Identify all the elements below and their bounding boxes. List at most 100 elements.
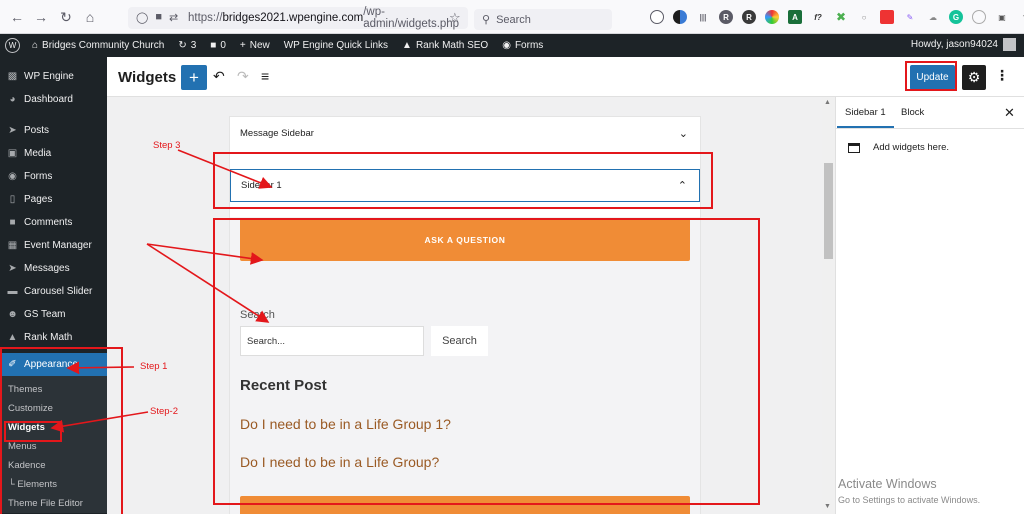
tab-block[interactable]: Block <box>901 107 924 118</box>
library-icon[interactable]: ||| <box>696 10 710 24</box>
cloud-icon[interactable]: ☁ <box>926 10 940 24</box>
function-icon[interactable]: f? <box>811 10 825 24</box>
home-icon[interactable]: ⌂ <box>81 8 99 26</box>
sidebar-item-pages[interactable]: ▯ Pages <box>0 188 107 211</box>
url-bar[interactable]: https://bridges2021.wpengine.com/wp-admi… <box>128 6 468 30</box>
updates-icon: ↻ <box>178 40 187 51</box>
site-name-link[interactable]: ⌂ Bridges Community Church <box>32 40 164 51</box>
rankmath-icon: ▲ <box>7 332 18 343</box>
back-icon[interactable]: ← <box>8 8 26 26</box>
scroll-down-icon[interactable]: ▼ <box>824 503 831 510</box>
settings-gear-icon[interactable]: ⚙ <box>962 65 986 90</box>
sidebar-item-dashboard[interactable]: ◕ Dashboard <box>0 88 107 111</box>
account-menu[interactable]: Howdy, jason94024 <box>911 38 1016 51</box>
annotation-box-content <box>213 218 760 505</box>
cross-icon[interactable]: ✖ <box>834 10 848 24</box>
avatar <box>1003 38 1016 51</box>
screenshot-icon[interactable] <box>880 10 894 24</box>
dashboard-icon: ◕ <box>9 94 16 105</box>
pen-icon[interactable]: ✎ <box>903 10 917 24</box>
forms-label: Forms <box>514 40 544 51</box>
tab-sidebar-1[interactable]: Sidebar 1 <box>837 107 894 128</box>
sidebar-item-gs-team[interactable]: ☻ GS Team <box>0 303 107 326</box>
forms-link[interactable]: ◉ Forms <box>502 40 543 51</box>
calendar-icon: ▦ <box>7 240 18 251</box>
sidebar-item-label: Media <box>24 148 52 159</box>
list-view-icon[interactable]: ≡ <box>261 68 269 84</box>
new-content-link[interactable]: + New <box>240 40 270 51</box>
updates-count: 3 <box>190 40 197 51</box>
pages-icon: ▯ <box>9 194 16 205</box>
rank-math-label: Rank Math SEO <box>415 40 489 51</box>
scroll-thumb[interactable] <box>824 163 833 259</box>
sidebar-item-rank-math[interactable]: ▲ Rank Math <box>0 326 107 349</box>
sidebar-item-wpengine[interactable]: ▩ WP Engine <box>0 65 107 88</box>
pocket-icon[interactable] <box>650 10 664 24</box>
plus-icon: + <box>239 40 246 51</box>
rankmath-icon: ▲ <box>402 40 412 51</box>
add-block-button[interactable]: + <box>181 65 207 90</box>
lock-icon: ■ <box>155 11 162 23</box>
extensions-icon[interactable]: ▣ <box>995 10 1009 24</box>
sidebar-item-messages[interactable]: ➤ Messages <box>0 257 107 280</box>
comments-link[interactable]: ■ 0 <box>210 40 226 51</box>
sidebar-item-event-manager[interactable]: ▦ Event Manager <box>0 234 107 257</box>
sidebar-item-label: Messages <box>24 263 70 274</box>
wp-admin-bar: W ⌂ Bridges Community Church ↻ 3 ■ 0 + N… <box>0 34 1024 57</box>
block-inspector: Sidebar 1 Block ✕ Add widgets here. Acti… <box>835 97 1024 514</box>
canvas-scrollbar[interactable]: ▲ ▼ <box>822 97 835 514</box>
pin-icon: ➤ <box>8 263 17 274</box>
quick-links-link[interactable]: WP Engine Quick Links <box>284 40 388 51</box>
bookmark-star-icon[interactable]: ☆ <box>449 10 461 26</box>
shield-icon: ◯ <box>136 12 149 24</box>
widget-area-message-sidebar[interactable]: Message Sidebar ⌄ <box>230 117 700 150</box>
more-options-icon[interactable]: ⋮ <box>995 67 1009 84</box>
redo-icon[interactable]: ↷ <box>237 68 249 85</box>
rank-math-link[interactable]: ▲ Rank Math SEO <box>402 40 488 51</box>
forms-icon: ◉ <box>8 171 17 182</box>
widget-area-title: Message Sidebar <box>240 128 314 139</box>
share-icon[interactable]: ⇧ <box>1018 10 1024 24</box>
close-icon[interactable]: ✕ <box>1004 105 1015 121</box>
sidebar-item-label: Pages <box>24 194 53 205</box>
browser-toolbar: ← → ↻ ⌂ https://bridges2021.wpengine.com… <box>0 0 1024 34</box>
sidebar-item-label: Posts <box>24 125 50 136</box>
sidebar-item-label: WP Engine <box>24 71 74 82</box>
sidebar-item-posts[interactable]: ➤ Posts <box>0 119 107 142</box>
annotation-step-1: Step 1 <box>140 361 168 372</box>
url-prefix: https:// <box>188 12 223 24</box>
slider-icon: ▬ <box>7 286 18 297</box>
plus-icon: + <box>189 67 199 87</box>
undo-icon[interactable]: ↶ <box>213 68 225 85</box>
forward-icon[interactable]: → <box>32 8 50 26</box>
site-name: Bridges Community Church <box>42 40 165 51</box>
editor-header: Widgets + ↶ ↷ ≡ Update ⚙ ⋮ <box>107 57 1024 97</box>
browser-search-input[interactable]: ⚲ Search <box>474 9 612 30</box>
permissions-icon: ⇄ <box>168 12 179 24</box>
annotation-step-3: Step 3 <box>153 140 181 151</box>
media-icon: ▣ <box>7 148 18 159</box>
grammarly-icon[interactable]: G <box>949 10 963 24</box>
sidebar-item-forms[interactable]: ◉ Forms <box>0 165 107 188</box>
extension-a-icon[interactable]: A <box>788 10 802 24</box>
sidebar-item-media[interactable]: ▣ Media <box>0 142 107 165</box>
browser-search-placeholder: Search <box>496 13 531 26</box>
comment-icon: ■ <box>210 40 217 51</box>
home-icon: ⌂ <box>32 40 39 51</box>
wpengine-icon: ▩ <box>7 71 18 82</box>
translate-icon[interactable]: ○ <box>857 10 871 24</box>
sidebar-item-label: Rank Math <box>24 332 73 343</box>
dark-mode-icon[interactable] <box>673 10 687 24</box>
sidebar-item-comments[interactable]: ■ Comments <box>0 211 107 234</box>
sidebar-item-carousel-slider[interactable]: ▬ Carousel Slider <box>0 280 107 303</box>
annotation-box-step-3 <box>213 152 713 209</box>
reload-icon[interactable]: ↻ <box>57 8 75 26</box>
wordpress-logo-icon[interactable]: W <box>5 38 20 53</box>
compass-icon[interactable] <box>972 10 986 24</box>
updates-link[interactable]: ↻ 3 <box>178 40 196 51</box>
profile-r-icon[interactable]: R <box>719 10 733 24</box>
chevron-down-icon[interactable]: ⌄ <box>679 127 688 140</box>
color-picker-icon[interactable] <box>765 10 779 24</box>
scroll-up-icon[interactable]: ▲ <box>824 99 831 106</box>
extension-r-icon[interactable]: R <box>742 10 756 24</box>
